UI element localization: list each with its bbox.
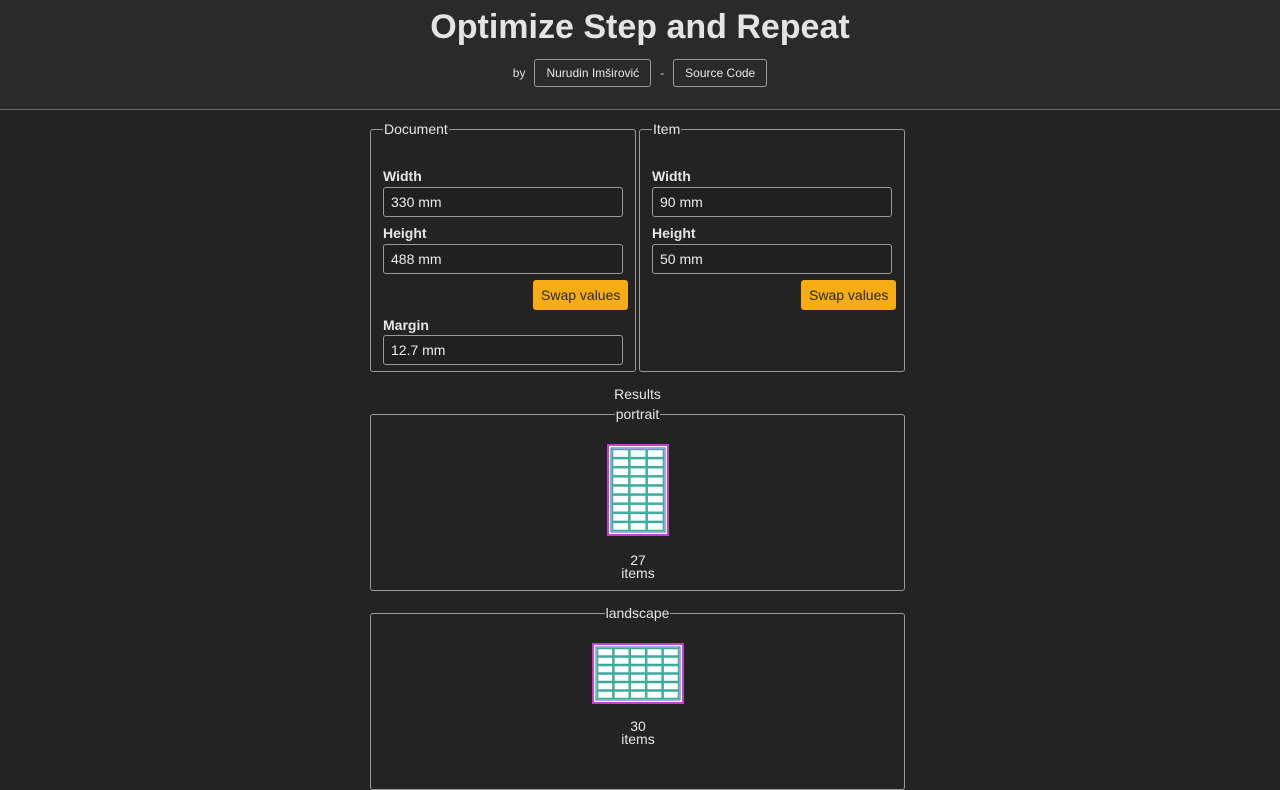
- landscape-item-cell: [646, 681, 663, 691]
- item-fieldset: Item Width Height Swap values: [639, 121, 905, 372]
- portrait-item-cell: [611, 467, 630, 477]
- portrait-count-unit: items: [621, 565, 655, 581]
- landscape-item-cell: [596, 664, 614, 674]
- portrait-item-cell: [629, 458, 647, 468]
- author-link-button[interactable]: Nurudin Imširović: [534, 59, 652, 87]
- document-width-label: Width: [383, 168, 422, 184]
- landscape-item-cell: [629, 656, 647, 666]
- portrait-item-cell: [611, 503, 630, 513]
- document-height-label: Height: [383, 225, 427, 241]
- document-legend: Document: [384, 121, 448, 137]
- landscape-item-cell: [613, 690, 630, 700]
- landscape-item-cell: [646, 664, 663, 674]
- landscape-item-cell: [629, 673, 647, 683]
- portrait-item-cell: [629, 512, 647, 522]
- landscape-count-unit: items: [621, 731, 655, 747]
- portrait-item-cell: [611, 448, 630, 459]
- landscape-item-cell: [662, 647, 680, 657]
- landscape-item-cell: [662, 681, 680, 691]
- item-width-label: Width: [652, 168, 691, 184]
- landscape-item-cell: [596, 681, 614, 691]
- portrait-result: portrait 27 items: [370, 406, 905, 591]
- landscape-layout-preview: [592, 643, 684, 704]
- portrait-item-cell: [646, 512, 665, 522]
- landscape-item-cell: [662, 690, 680, 700]
- landscape-item-cell: [613, 673, 630, 683]
- landscape-item-cell: [596, 673, 614, 683]
- results-heading: Results: [614, 386, 661, 402]
- portrait-item-cell: [611, 521, 630, 532]
- document-height-input[interactable]: [383, 244, 623, 274]
- item-legend: Item: [653, 121, 681, 137]
- portrait-item-cell: [629, 485, 647, 495]
- landscape-item-cell: [629, 647, 647, 657]
- portrait-count: 27 items: [371, 553, 905, 581]
- portrait-item-cell: [646, 485, 665, 495]
- landscape-item-cell: [613, 664, 630, 674]
- byline-separator: -: [660, 66, 665, 80]
- portrait-item-cell: [611, 458, 630, 468]
- landscape-item-cell: [629, 681, 647, 691]
- landscape-item-cell: [646, 656, 663, 666]
- document-fieldset: Document Width Height Swap values Margin: [370, 121, 636, 372]
- byline: by Nurudin Imširović - Source Code: [0, 59, 1280, 87]
- portrait-legend: portrait: [615, 406, 660, 422]
- landscape-item-cell: [596, 647, 614, 657]
- portrait-item-cell: [646, 448, 665, 459]
- item-swap-button[interactable]: Swap values: [801, 280, 897, 310]
- document-width-input[interactable]: [383, 187, 623, 217]
- portrait-item-cell: [629, 521, 647, 532]
- landscape-item-cell: [613, 656, 630, 666]
- portrait-item-cell: [646, 476, 665, 486]
- portrait-layout-preview: [607, 444, 669, 536]
- landscape-item-cell: [646, 673, 663, 683]
- landscape-item-cell: [629, 664, 647, 674]
- margin-input[interactable]: [383, 335, 623, 365]
- portrait-item-cell: [629, 467, 647, 477]
- item-height-input[interactable]: [652, 244, 892, 274]
- portrait-item-cell: [646, 458, 665, 468]
- landscape-item-cell: [662, 656, 680, 666]
- landscape-item-cell: [646, 690, 663, 700]
- portrait-item-cell: [646, 521, 665, 532]
- portrait-item-cell: [611, 512, 630, 522]
- landscape-item-cell: [646, 647, 663, 657]
- landscape-item-cell: [613, 647, 630, 657]
- portrait-item-cell: [646, 503, 665, 513]
- portrait-item-cell: [611, 476, 630, 486]
- by-label: by: [512, 66, 526, 80]
- portrait-item-cell: [629, 448, 647, 459]
- portrait-item-cell: [629, 476, 647, 486]
- landscape-item-cell: [596, 690, 614, 700]
- landscape-result: landscape 30 items: [370, 605, 905, 790]
- landscape-item-cell: [613, 681, 630, 691]
- item-height-label: Height: [652, 225, 696, 241]
- margin-label: Margin: [383, 317, 429, 333]
- item-width-input[interactable]: [652, 187, 892, 217]
- page-header: Optimize Step and Repeat by Nurudin Imši…: [0, 0, 1280, 110]
- portrait-item-cell: [646, 494, 665, 504]
- landscape-item-cell: [629, 690, 647, 700]
- portrait-item-cell: [646, 467, 665, 477]
- portrait-item-cell: [611, 494, 630, 504]
- portrait-item-cell: [611, 485, 630, 495]
- page-title: Optimize Step and Repeat: [430, 8, 850, 46]
- portrait-item-cell: [629, 494, 647, 504]
- document-swap-button[interactable]: Swap values: [533, 280, 629, 310]
- portrait-item-cell: [629, 503, 647, 513]
- landscape-item-cell: [662, 673, 680, 683]
- landscape-legend: landscape: [605, 605, 670, 621]
- landscape-item-cell: [662, 664, 680, 674]
- landscape-count: 30 items: [371, 719, 905, 747]
- landscape-item-cell: [596, 656, 614, 666]
- source-code-button[interactable]: Source Code: [673, 59, 768, 87]
